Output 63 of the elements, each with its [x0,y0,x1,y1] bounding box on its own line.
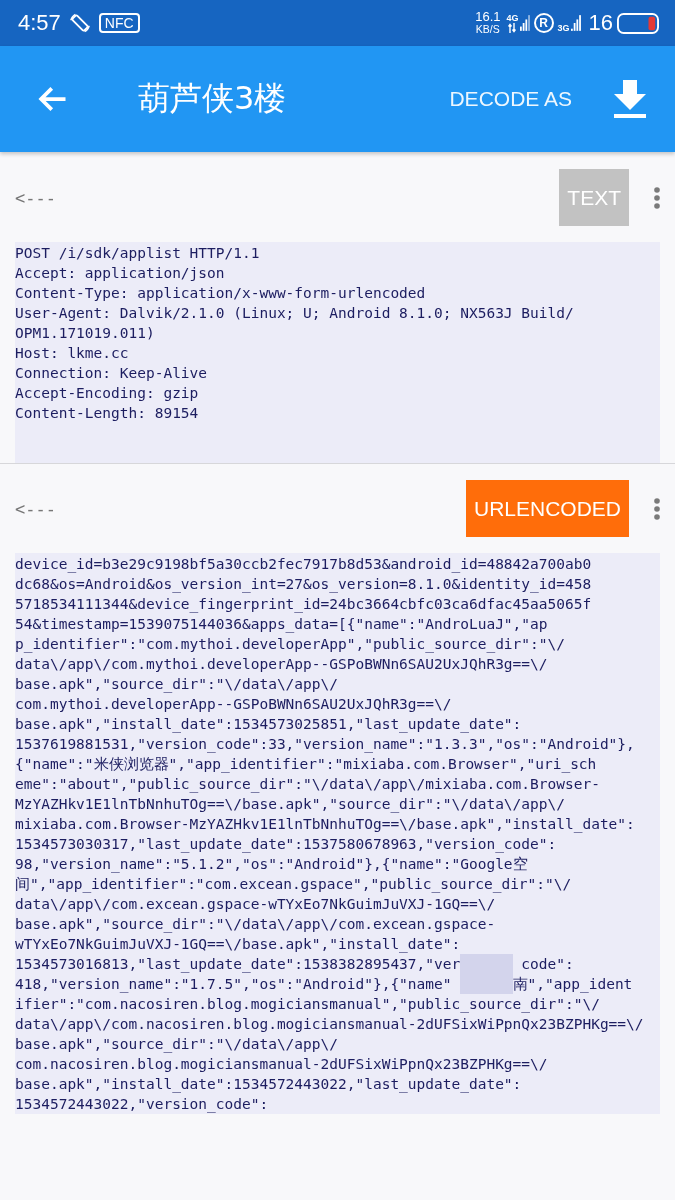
decode-as-button[interactable]: DECODE AS [449,87,572,111]
data-arrows-icon [508,23,517,33]
signal-bars-icon [570,13,581,33]
code-line: 1534573030317,"last_update_date":1537580678963,"version_code": [15,835,558,854]
code-line: Host: lkme.cc [15,344,130,363]
nfc-indicator: NFC [98,13,140,33]
code-line: base.apk","source_dir":"\/data\/app\/ [15,1035,339,1054]
code-line: dc68&os=Android&os_version_int=27&os_version=8.1.0&identity_id=458 [15,575,593,594]
code-line: data\/app\/com.mythoi.developerApp--GSPoBWNn6SAU2UxJQhR3g==\/ [15,655,549,674]
more-options-icon[interactable] [654,497,660,520]
code-line: ifier":"com.nacosiren.blog.mogiciansmanual","public_source_dir":"\/ [15,995,601,1014]
code-line: {"name":"米侠浏览器","app_identifier":"mixiaba.com.Browser","uri_sch [15,755,598,774]
code-line: 5718534111344&device_fingerprint_id=24bc3664cbfc03ca6dfac45aa5065f [15,595,593,614]
network-speed-unit: KB/S [475,23,500,36]
code-line: 1537619881531,"version_code":33,"version_name":"1.3.3","os":"Android"}, [15,735,636,754]
code-line: base.apk","install_date":1534573025851,"last_update_date": [15,715,523,734]
network-type-label: 4G [506,13,519,23]
code-line: MzYAZHkv1E1lnTbNnhuTOg==\/base.apk","source_dir":"\/data\/app\/ [15,795,566,814]
time-label: 4:57 [18,10,61,36]
screen-rotation-icon [68,12,91,34]
code-line: Connection: Keep-Alive [15,364,209,383]
network-type-label: 3G [557,23,570,33]
code-line: Content-Length: 89154 [15,404,200,423]
code-line: p_identifier":"com.mythoi.developerApp","public_source_dir":"\/ [15,635,566,654]
code-line: Accept: application/json [15,264,226,283]
code-fragment: 1534573016813,"last_update_date":1538382895437,"ver [15,956,461,972]
roaming-indicator: R [533,13,554,33]
code-fragment: code": [521,956,574,972]
direction-label: <--- [15,187,56,208]
code-line: data\/app\/com.nacosiren.blog.mogiciansmanual-2dUFSixWiPpnQx23BZPHKg==\/ [15,1015,645,1034]
code-line: POST /i/sdk/applist HTTP/1.1 [15,244,261,263]
download-icon[interactable] [612,80,648,118]
code-line: base.apk","source_dir":"\/data\/app\/com.excean.gspace- [15,915,497,934]
code-line: OPM1.171019.011) [15,324,156,343]
back-arrow-icon[interactable] [38,84,68,114]
code-line: eme":"about","public_source_dir":"\/data\/app\/mixiaba.com.Browser- [15,775,601,794]
app-title: 葫芦侠3楼 [138,78,287,119]
code-line: 98,"version_name":"5.1.2","os":"Android"},{"name":"Google空 [15,855,529,874]
code-line: base.apk","source_dir":"\/data\/app\/ [15,675,339,694]
code-line: User-Agent: Dalvik/2.1.0 (Linux; U; Android 8.1.0; NX563J Build/ [15,304,575,323]
battery-percentage: 16 [588,10,613,36]
code-line: com.nacosiren.blog.mogiciansmanual-2dUFSixWiPpnQx23BZPHKg==\/ [15,1055,549,1074]
code-line: 间","app_identifier":"com.excean.gspace","public_source_dir":"\/ [15,875,573,894]
code-line: com.mythoi.developerApp--GSPoBWNn6SAU2UxJQhR3g==\/ [15,695,453,714]
code-line: Accept-Encoding: gzip [15,384,200,403]
more-options-icon[interactable] [654,186,660,209]
code-fragment: 418,"version_name":"1.7.5","os":"Android"},{"name" [15,976,452,992]
code-line: base.apk","install_date":1534572443022,"last_update_date": [15,1075,523,1094]
direction-label: <--- [15,498,56,519]
network-speed-value: 16.1 [475,10,501,23]
code-line: data\/app\/com.excean.gspace-wTYxEo7NkGuimJuVXJ-1GQ==\/ [15,895,497,914]
battery-icon [617,12,659,34]
format-button[interactable]: TEXT [559,169,629,226]
code-line: 1534572443022,"version_code": [15,1095,270,1114]
code-line: 54&timestamp=1539075144036&apps_data=[{"name":"AndroLuaJ","ap [15,615,549,634]
code-line: mixiaba.com.Browser-MzYAZHkv1E1lnTbNnhuTOg==\/base.apk","install_date": [15,815,636,834]
redaction-mark [460,954,513,994]
code-line: device_id=b3e29c9198bf5a30ccb2fec7917b8d53&android_id=48842a700ab0 [15,555,593,574]
format-button[interactable]: URLENCODED [465,480,629,537]
code-fragment: 南","app_ident [512,976,633,992]
code-line: Content-Type: application/x-www-form-urlencoded [15,284,427,303]
signal-bars-icon [519,13,530,33]
code-line: wTYxEo7NkGuimJuVXJ-1GQ==\/base.apk","install_date": [15,935,462,954]
